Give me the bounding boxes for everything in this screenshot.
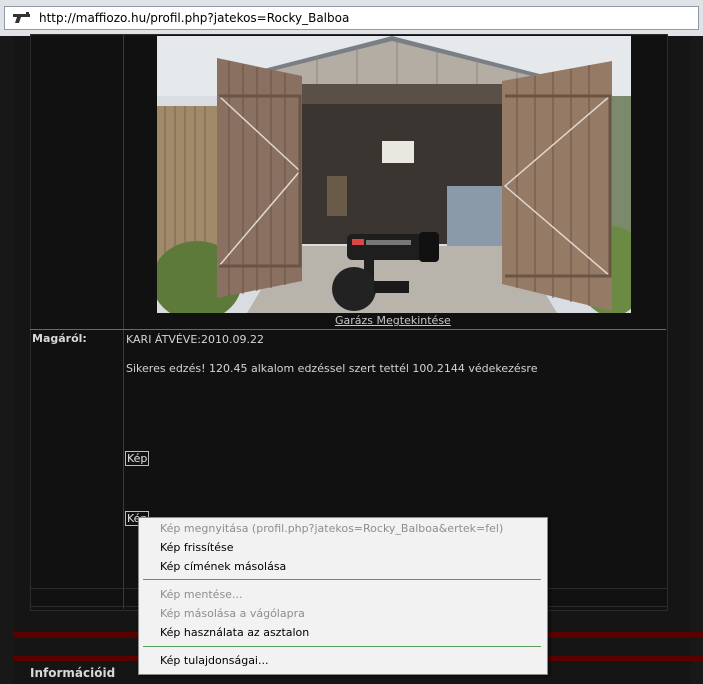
about-label: Magáról: xyxy=(32,332,87,345)
menu-item-set-desktop[interactable]: Kép használata az asztalon xyxy=(160,626,309,639)
menu-item-image-properties[interactable]: Kép tulajdonságai... xyxy=(160,654,268,667)
image-context-menu: Kép megnyitása (profil.php?jatekos=Rocky… xyxy=(138,517,548,675)
section-title: Információid xyxy=(30,666,116,680)
profile-label-column xyxy=(30,34,124,609)
about-text-date: KARI ÁTVÉVE:2010.09.22 xyxy=(126,333,264,346)
menu-separator xyxy=(143,646,541,647)
garage-image[interactable] xyxy=(157,36,631,313)
image-caption-link[interactable]: Garázs Megtekintése xyxy=(335,314,451,327)
menu-item-copy-image[interactable]: Kép másolása a vágólapra xyxy=(160,607,305,620)
browser-toolbar: http://maffiozo.hu/profil.php?jatekos=Ro… xyxy=(0,0,703,36)
menu-item-save-image[interactable]: Kép mentése... xyxy=(160,588,242,601)
image-link[interactable]: Kép xyxy=(125,451,150,466)
address-bar-url: http://maffiozo.hu/profil.php?jatekos=Ro… xyxy=(39,11,350,25)
menu-item-copy-image-address[interactable]: Kép címének másolása xyxy=(160,560,286,573)
menu-separator xyxy=(143,579,541,580)
menu-item-reload-image[interactable]: Kép frissítése xyxy=(160,541,233,554)
row-divider xyxy=(30,329,666,330)
site-favicon-icon xyxy=(13,12,30,23)
address-bar[interactable]: http://maffiozo.hu/profil.php?jatekos=Ro… xyxy=(4,6,699,30)
about-text-training: Sikeres edzés! 120.45 alkalom edzéssel s… xyxy=(126,362,538,375)
menu-item-open-image[interactable]: Kép megnyitása (profil.php?jatekos=Rocky… xyxy=(160,522,503,535)
